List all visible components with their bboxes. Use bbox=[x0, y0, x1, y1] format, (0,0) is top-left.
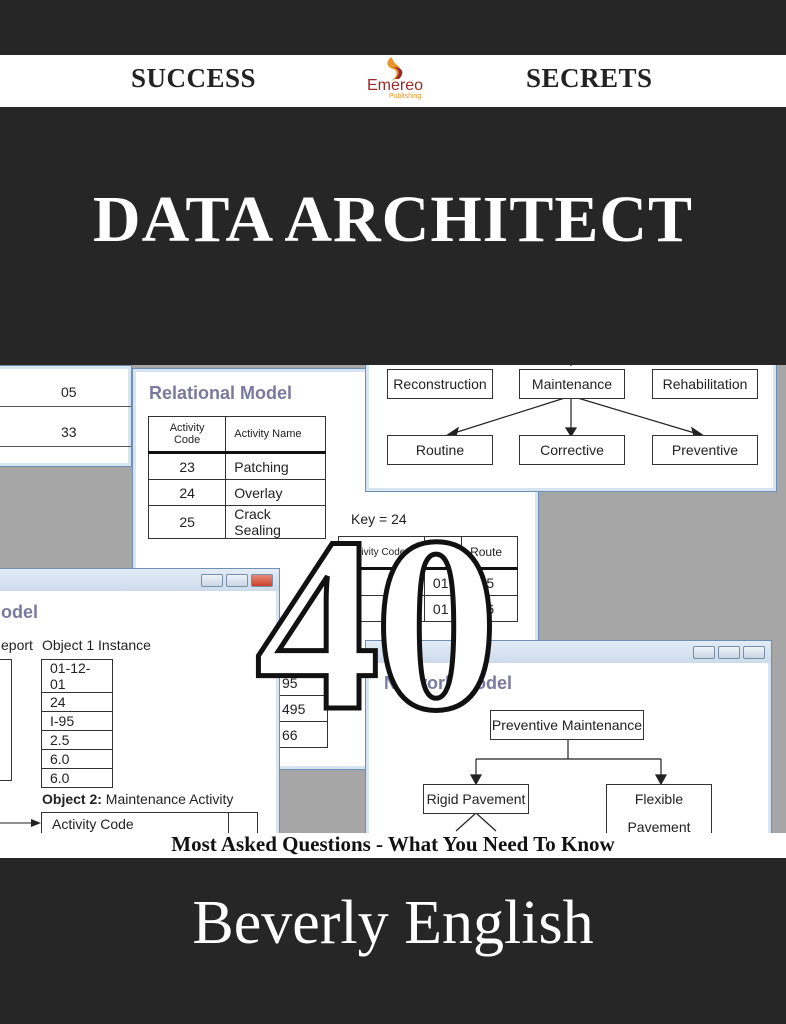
partial-window-left: 05 33 bbox=[0, 365, 132, 467]
table-cell: 24 bbox=[41, 692, 113, 712]
object2-label: Object 2: Maintenance Activity bbox=[42, 791, 233, 807]
network-child-node: Flexible Pavement bbox=[606, 784, 712, 833]
table-cell: 6.0 bbox=[41, 749, 113, 769]
network-root-node: Preventive Maintenance bbox=[490, 710, 644, 740]
object-model-window: odel eport Object 1 Instance 01-12-01 24… bbox=[0, 568, 280, 833]
series-word-right: SECRETS bbox=[526, 63, 653, 93]
number-badge: 40 bbox=[253, 486, 502, 763]
field-label: Activity Code bbox=[52, 816, 134, 832]
partial-report-table bbox=[0, 659, 12, 781]
hierarchy-node: Rehabilitation bbox=[652, 369, 758, 399]
hierarchy-node: Reconstruction bbox=[387, 369, 493, 399]
publisher-logo: Emereo Publishing bbox=[355, 55, 435, 105]
window-heading: Relational Model bbox=[149, 383, 293, 403]
top-band bbox=[0, 0, 786, 55]
value-cell: 33 bbox=[61, 424, 77, 440]
object2-text: Maintenance Activity bbox=[105, 791, 234, 807]
activity-code-field: Activity Code bbox=[41, 812, 258, 833]
table-cell: 6.0 bbox=[41, 768, 113, 788]
instance-label: Object 1 Instance bbox=[42, 637, 151, 653]
table-cell: I-95 bbox=[41, 711, 113, 731]
table-cell: 23 bbox=[147, 452, 227, 480]
table-cell: 25 bbox=[147, 505, 227, 539]
report-label: eport bbox=[1, 637, 33, 653]
subtitle: Most Asked Questions - What You Need To … bbox=[171, 832, 615, 856]
series-word-left: SUCCESS bbox=[131, 63, 257, 93]
author-name: Beverly English bbox=[192, 889, 594, 957]
minimize-icon[interactable] bbox=[201, 574, 223, 587]
table-cell: 24 bbox=[147, 479, 227, 506]
header-cell: Activity Name bbox=[225, 416, 326, 453]
table-cell: Patching bbox=[225, 452, 326, 480]
book-title: DATA ARCHITECT bbox=[92, 183, 694, 256]
publisher-sub: Publishing bbox=[389, 93, 422, 100]
network-child-node: Rigid Pavement bbox=[423, 784, 529, 814]
hierarchy-node: Corrective bbox=[519, 435, 625, 465]
maximize-icon[interactable] bbox=[226, 574, 248, 587]
object2-bold: Object 2: bbox=[42, 791, 102, 807]
window-heading: odel bbox=[1, 602, 39, 622]
table-cell: 01-12-01 bbox=[41, 659, 113, 693]
header-cell: Activity Code bbox=[147, 416, 227, 453]
instance-table: 01-12-01 24 I-95 2.5 6.0 6.0 bbox=[41, 659, 113, 788]
hierarchy-node: Maintenance bbox=[519, 369, 625, 399]
value-cell: 05 bbox=[61, 384, 77, 400]
hierarchy-node: Preventive bbox=[652, 435, 758, 465]
hierarchy-window: Reconstruction Maintenance Rehabilitatio… bbox=[365, 365, 777, 492]
table-cell: 2.5 bbox=[41, 730, 113, 750]
hierarchy-node: Routine bbox=[387, 435, 493, 465]
arrow-icon bbox=[0, 819, 41, 827]
